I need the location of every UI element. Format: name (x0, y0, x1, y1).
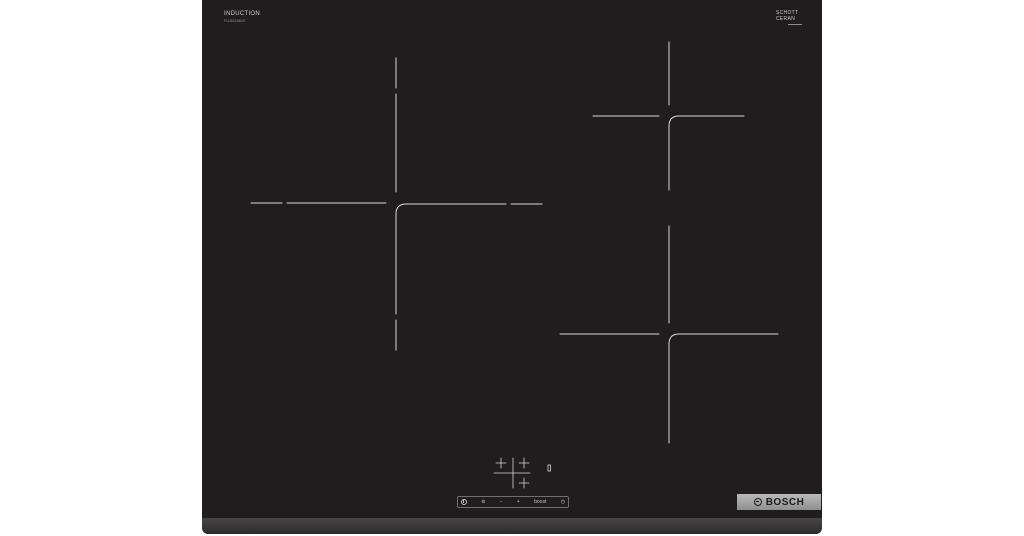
power-icon[interactable] (461, 499, 467, 505)
plus-button[interactable]: + (517, 499, 520, 505)
bosch-logo-plate: BOSCH (737, 494, 821, 510)
timer-icon[interactable]: ◷ (561, 499, 565, 505)
zone-top-right (592, 41, 745, 191)
zone-bottom-right (559, 225, 779, 444)
touch-control-bar[interactable]: ⊚ − + boost ◷ (457, 496, 569, 508)
zone-selector-icons (493, 457, 551, 489)
lock-icon[interactable]: ⊚ (481, 499, 485, 505)
zone-large-left (250, 57, 543, 351)
brand-name: BOSCH (765, 496, 805, 508)
bosch-armature-icon (753, 498, 762, 506)
minus-button[interactable]: − (500, 499, 503, 505)
cooking-zone-markings (250, 41, 779, 489)
boost-button[interactable]: boost (534, 499, 546, 505)
